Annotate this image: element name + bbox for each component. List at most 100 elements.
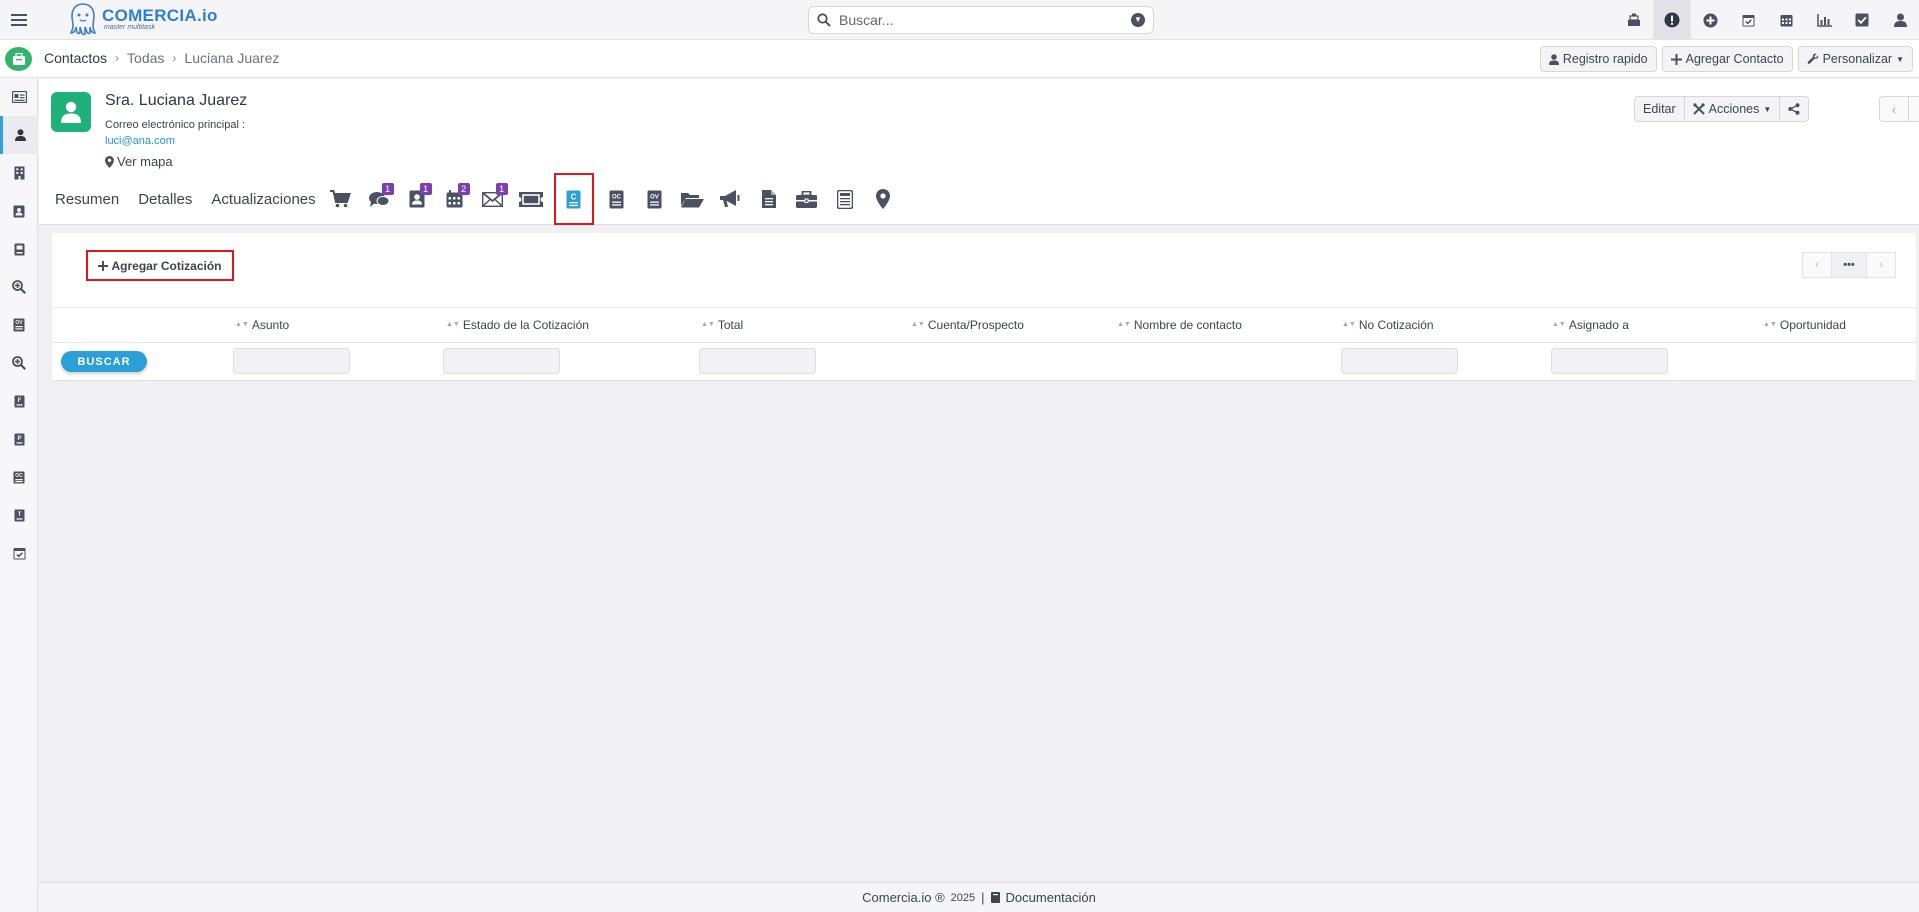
sidebar-item-contact-cards[interactable] xyxy=(0,192,38,230)
tab-files[interactable] xyxy=(750,179,788,219)
share-button[interactable] xyxy=(1779,96,1810,122)
tab-summary[interactable]: Resumen xyxy=(55,191,119,208)
chevron-right-icon: › xyxy=(115,51,120,65)
logo[interactable]: COMERCIA.io master multitask xyxy=(68,2,218,36)
oc-icon: OC xyxy=(13,471,25,483)
actions-dropdown[interactable]: Acciones ▼ xyxy=(1683,96,1781,122)
quick-register-label: Registro rapido xyxy=(1562,52,1648,66)
svg-text:P: P xyxy=(17,436,21,442)
sidebar-item-search-1[interactable] xyxy=(0,268,38,306)
sidebar-item-leads[interactable] xyxy=(0,78,38,116)
view-map-link[interactable]: Ver mapa xyxy=(105,154,173,169)
sidebar-item-tickets[interactable]: T xyxy=(0,496,38,534)
plus-circle-icon[interactable] xyxy=(1691,0,1729,40)
checkbox-icon[interactable] xyxy=(1843,0,1881,40)
search-input[interactable]: Buscar... xyxy=(839,12,1131,28)
column-label: Cuenta/Prospecto xyxy=(927,318,1024,332)
tab-sales[interactable] xyxy=(322,179,360,219)
column-header-assigned-to[interactable]: ▲▼ Asignado a xyxy=(1552,318,1629,332)
add-contact-button[interactable]: Agregar Contacto xyxy=(1661,46,1793,72)
tab-sales-orders[interactable]: OV xyxy=(636,179,674,219)
filter-subject-input[interactable] xyxy=(233,348,350,374)
tab-updates[interactable]: Actualizaciones xyxy=(211,191,315,208)
sidebar-item-invoices[interactable]: F xyxy=(0,382,38,420)
tab-quotes[interactable]: C xyxy=(553,173,594,225)
cash-register-icon[interactable] xyxy=(1615,0,1653,40)
svg-text:OV: OV xyxy=(15,320,23,326)
sidebar-item-search-2[interactable] xyxy=(0,344,38,382)
chevron-left-icon: ‹ xyxy=(1815,259,1819,271)
email-link[interactable]: luci@ana.com xyxy=(105,135,175,147)
quick-register-button[interactable]: Registro rapido xyxy=(1539,46,1657,72)
footer: Comercia.io ® 2025 | Documentación xyxy=(39,882,1919,912)
tab-ledger[interactable] xyxy=(826,179,864,219)
filter-total-input[interactable] xyxy=(699,348,816,374)
search-plus-icon xyxy=(12,356,26,370)
search-plus-icon xyxy=(12,280,26,294)
edit-button[interactable]: Editar xyxy=(1634,96,1685,122)
sidebar-item-purchase-orders[interactable]: OC xyxy=(0,458,38,496)
sort-icon: ▲▼ xyxy=(1342,320,1356,328)
id-card-icon xyxy=(11,91,27,103)
search-button[interactable]: BUSCAR xyxy=(61,351,147,372)
brand-name: COMERCIA.io xyxy=(102,6,218,25)
pager-more-button[interactable]: ••• xyxy=(1831,252,1867,278)
sidebar-item-contacts[interactable] xyxy=(0,116,38,154)
tab-campaigns[interactable] xyxy=(712,179,750,219)
breadcrumb-list[interactable]: Todas xyxy=(127,50,164,66)
tab-purchase-orders[interactable]: OC xyxy=(598,179,636,219)
sort-icon: ▲▼ xyxy=(701,320,715,328)
chart-icon[interactable] xyxy=(1805,0,1843,40)
customize-button[interactable]: Personalizar ▼ xyxy=(1797,46,1913,72)
tab-comments[interactable]: 1 xyxy=(360,179,398,219)
plus-icon xyxy=(98,260,109,271)
column-header-account[interactable]: ▲▼ Cuenta/Prospecto xyxy=(911,318,1024,332)
calendar-icon[interactable] xyxy=(1767,0,1805,40)
tab-tickets[interactable] xyxy=(512,179,550,219)
tab-projects[interactable] xyxy=(788,179,826,219)
pager-next-button[interactable]: › xyxy=(1866,252,1896,278)
breadcrumb-module[interactable]: Contactos xyxy=(44,50,107,66)
column-header-total[interactable]: ▲▼ Total xyxy=(701,318,743,332)
column-header-contact-name[interactable]: ▲▼ Nombre de contacto xyxy=(1117,318,1242,332)
add-quote-button[interactable]: Agregar Cotización xyxy=(86,250,234,281)
octopus-logo-icon xyxy=(70,3,96,36)
sidebar-item-accounts[interactable] xyxy=(0,154,38,192)
filter-quote-number-input[interactable] xyxy=(1341,348,1458,374)
documentation-link[interactable]: Documentación xyxy=(1006,890,1096,905)
tab-emails[interactable]: 1 xyxy=(474,179,512,219)
tab-documents[interactable] xyxy=(674,179,712,219)
column-header-quote-number[interactable]: ▲▼ No Cotización xyxy=(1342,318,1434,332)
column-header-opportunity[interactable]: ▲▼ Oportunidad xyxy=(1763,318,1846,332)
column-header-subject[interactable]: ▲▼ Asunto xyxy=(235,318,289,332)
filter-status-input[interactable] xyxy=(443,348,560,374)
previous-record-button[interactable]: ‹ xyxy=(1879,96,1909,122)
contact-name: Sra. Luciana Juarez xyxy=(105,92,248,109)
chevron-down-icon[interactable]: ▼ xyxy=(1131,13,1145,27)
next-record-button[interactable]: › xyxy=(1908,96,1919,122)
svg-text:T: T xyxy=(17,512,21,518)
sidebar-item-tasks[interactable] xyxy=(0,534,38,572)
sidebar-item-books[interactable] xyxy=(0,230,38,268)
record-tabs: Resumen Detalles Actualizaciones 1 1 2 1… xyxy=(55,173,902,225)
menu-toggle-button[interactable] xyxy=(0,0,38,40)
sidebar-item-payments[interactable]: P xyxy=(0,420,38,458)
user-icon xyxy=(61,101,81,123)
global-search[interactable]: Buscar... ▼ xyxy=(808,6,1154,34)
alert-icon[interactable] xyxy=(1653,0,1691,40)
tab-details[interactable]: Detalles xyxy=(138,191,192,208)
user-icon[interactable] xyxy=(1881,0,1919,40)
module-badge[interactable] xyxy=(5,47,32,71)
filter-assigned-to-input[interactable] xyxy=(1551,348,1668,374)
search-icon xyxy=(817,13,831,27)
building-icon xyxy=(14,166,24,180)
tab-contacts[interactable]: 1 xyxy=(398,179,436,219)
column-header-status[interactable]: ▲▼ Estado de la Cotización xyxy=(446,318,589,332)
pager-prev-button[interactable]: ‹ xyxy=(1802,252,1832,278)
sidebar-item-ov[interactable]: OV xyxy=(0,306,38,344)
tab-calendar[interactable]: 2 xyxy=(436,179,474,219)
calendar-check-icon[interactable] xyxy=(1729,0,1767,40)
pager: ‹ ••• › xyxy=(1802,252,1896,278)
book-t-icon: T xyxy=(14,509,24,521)
tab-locations[interactable] xyxy=(864,179,902,219)
